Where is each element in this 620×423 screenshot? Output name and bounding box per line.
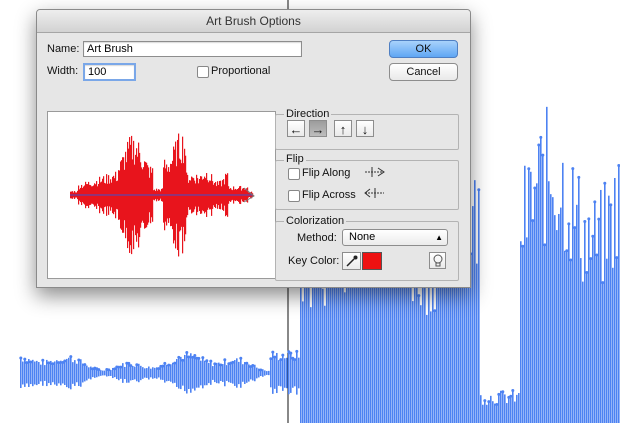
key-color-swatch[interactable] — [362, 252, 382, 270]
direction-title: Direction — [284, 108, 332, 120]
brush-preview — [47, 111, 276, 279]
flip-along-label: Flip Along — [302, 167, 351, 179]
eyedropper-icon — [345, 255, 357, 267]
flip-along-checkbox[interactable] — [288, 168, 300, 180]
brush-preview-graphic — [70, 133, 255, 257]
colorization-title: Colorization — [284, 215, 347, 227]
method-label: Method: — [297, 232, 337, 244]
ok-button[interactable]: OK — [389, 40, 458, 58]
flip-across-label: Flip Across — [302, 189, 356, 201]
dialog-title: Art Brush Options — [37, 10, 470, 33]
name-label: Name: — [47, 43, 80, 55]
method-select-value: None — [349, 231, 376, 243]
flip-title: Flip — [284, 153, 306, 165]
flip-along-icon — [365, 167, 385, 177]
tips-button[interactable] — [429, 252, 446, 269]
art-brush-options-dialog: Art Brush Options Name: Art Brush Width:… — [36, 9, 471, 288]
width-field[interactable]: 100 — [83, 63, 136, 81]
eyedropper-button[interactable] — [342, 252, 361, 270]
select-arrows-icon: ▲ — [435, 233, 443, 242]
width-label: Width: — [47, 65, 79, 77]
proportional-checkbox[interactable] — [197, 66, 209, 78]
flip-across-checkbox[interactable] — [288, 190, 300, 202]
method-select[interactable]: None ▲ — [342, 229, 448, 246]
key-color-label: Key Color: — [288, 255, 340, 267]
direction-up-button[interactable]: ↑ — [334, 120, 352, 137]
direction-right-button[interactable]: → — [309, 120, 327, 137]
cancel-button[interactable]: Cancel — [389, 63, 458, 81]
lightbulb-icon — [433, 254, 442, 267]
name-field[interactable]: Art Brush — [83, 41, 302, 57]
proportional-label: Proportional — [211, 65, 271, 77]
direction-down-button[interactable]: ↓ — [356, 120, 374, 137]
flip-across-icon — [364, 188, 384, 198]
direction-left-button[interactable]: ← — [287, 120, 305, 137]
